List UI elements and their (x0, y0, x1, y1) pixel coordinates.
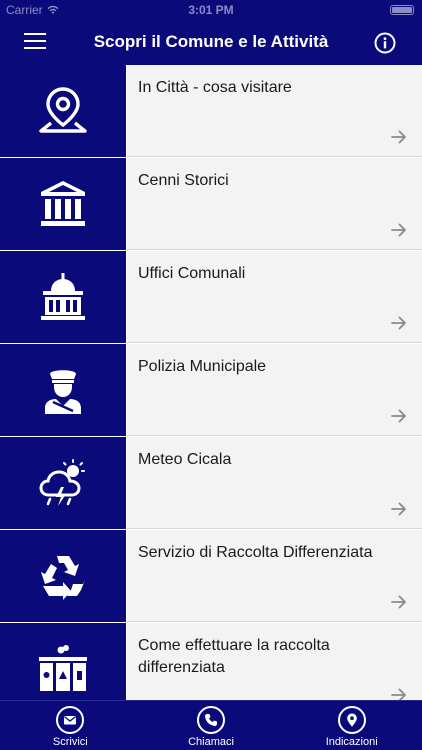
list-item-raccolta-differenziata[interactable]: Servizio di Raccolta Differenziata (0, 530, 422, 623)
arrow-right-icon (391, 595, 406, 609)
location-pin-icon (39, 87, 87, 133)
menu-button[interactable] (24, 33, 46, 51)
list-item-label: Cenni Storici (138, 172, 229, 189)
waste-bins-icon (39, 645, 87, 691)
list-item-label: Come effettuare la raccolta differenziat… (138, 637, 330, 676)
status-bar: Carrier 3:01 PM (0, 0, 422, 20)
tab-chiamaci[interactable]: Chiamaci (141, 701, 282, 750)
list-item-label: Servizio di Raccolta Differenziata (138, 544, 373, 561)
tab-label: Indicazioni (325, 736, 378, 748)
tab-bar: Scrivici Chiamaci Indicazioni (0, 700, 422, 750)
tab-label: Scrivici (52, 736, 88, 748)
map-pin-icon (346, 713, 357, 727)
list-item-polizia-municipale[interactable]: Polizia Municipale (0, 344, 422, 437)
status-time: 3:01 PM (188, 3, 234, 17)
arrow-right-icon (391, 316, 406, 330)
arrow-right-icon (391, 223, 406, 237)
museum-icon (41, 181, 85, 226)
hamburger-icon (24, 33, 46, 35)
tab-scrivici[interactable]: Scrivici (0, 701, 141, 750)
arrow-right-icon (391, 502, 406, 516)
tab-indicazioni[interactable]: Indicazioni (281, 701, 422, 750)
arrow-right-icon (391, 688, 406, 700)
list-item-meteo-cicala[interactable]: Meteo Cicala (0, 437, 422, 530)
info-icon[interactable] (374, 32, 396, 54)
list-item-label: Uffici Comunali (138, 265, 246, 282)
list-item-label: Meteo Cicala (138, 451, 232, 468)
envelope-icon (64, 716, 77, 725)
recycle-icon (41, 556, 85, 600)
menu-list: In Città - cosa visitare Cenni Storici U… (0, 65, 422, 700)
arrow-right-icon (391, 130, 406, 144)
list-item-label: In Città - cosa visitare (138, 79, 292, 96)
list-item-in-citta[interactable]: In Città - cosa visitare (0, 65, 422, 158)
arrow-right-icon (391, 409, 406, 423)
list-item-uffici-comunali[interactable]: Uffici Comunali (0, 251, 422, 344)
list-item-cenni-storici[interactable]: Cenni Storici (0, 158, 422, 251)
page-title: Scopri il Comune e le Attività (93, 32, 329, 51)
police-officer-icon (45, 370, 81, 414)
list-item-come-effettuare[interactable]: Come effettuare la raccolta differenziat… (0, 623, 422, 700)
nav-bar: Scopri il Comune e le Attività (0, 20, 422, 65)
weather-storm-icon (39, 459, 85, 506)
town-hall-icon (41, 273, 85, 320)
phone-icon (205, 714, 217, 726)
battery-icon (390, 5, 414, 15)
list-item-label: Polizia Municipale (138, 358, 267, 375)
tab-label: Chiamaci (188, 736, 234, 748)
